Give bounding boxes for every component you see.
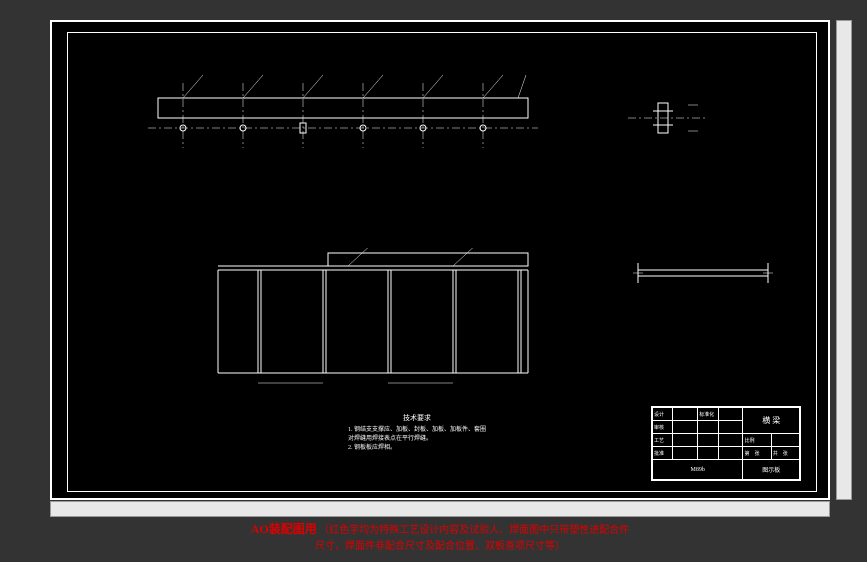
tech-note-line: 1. 钢结支支撑应、加板、封板、加板、加板件、套圈 <box>348 426 486 435</box>
tb-row-label: 设计 <box>653 408 673 421</box>
title-block: 设计 标准化 横 梁 审核 工艺 比例 批准 <box>651 406 801 481</box>
vertical-scrollbar[interactable] <box>836 20 852 500</box>
tb-total-label: 共 张 <box>771 447 799 460</box>
tb-sheet-label: 第 张 <box>743 447 771 460</box>
part-code: M89b <box>653 460 743 480</box>
side-view <box>208 248 538 388</box>
tb-scale-label: 比例 <box>743 434 771 447</box>
caption-text: （红色字均为特殊工艺设计内容及试验人、焊面图中只带塑性进配合件 <box>319 525 629 536</box>
technical-requirements: 技术要求 1. 钢结支支撑应、加板、封板、加板、加板件、套圈 对焊缝用焊接表点在… <box>348 413 486 453</box>
top-view <box>148 73 538 148</box>
tech-notes-title: 技术要求 <box>348 413 486 424</box>
caption-title: AO装配图用 <box>251 522 317 536</box>
caption-text: 尺寸，焊面件非配合尺寸及配合位置、双板查项尺寸等） <box>315 541 565 552</box>
drawing-frame: 技术要求 1. 钢结支支撑应、加板、封板、加板、加板件、套圈 对焊缝用焊接表点在… <box>67 32 817 492</box>
tb-row-label: 标准化 <box>698 408 718 421</box>
tb-row-label: 工艺 <box>653 434 673 447</box>
cad-canvas[interactable]: 技术要求 1. 钢结支支撑应、加板、封板、加板、加板件、套圈 对焊缝用焊接表点在… <box>50 20 830 500</box>
top-detail-view <box>628 93 708 143</box>
side-detail-view <box>628 258 778 298</box>
horizontal-scrollbar[interactable] <box>50 501 830 517</box>
tb-row-label: 审核 <box>653 421 673 434</box>
tb-row-label: 批准 <box>653 447 673 460</box>
tech-note-line: 对焊缝用焊接表点在平行焊缝。 <box>348 435 486 444</box>
drawing-name: 横 梁 <box>743 408 800 434</box>
project-name: 图示板 <box>743 460 800 480</box>
caption: AO装配图用 （红色字均为特殊工艺设计内容及试验人、焊面图中只带塑性进配合件 尺… <box>50 520 830 552</box>
tech-note-line: 2. 钢板板应焊相。 <box>348 444 486 453</box>
